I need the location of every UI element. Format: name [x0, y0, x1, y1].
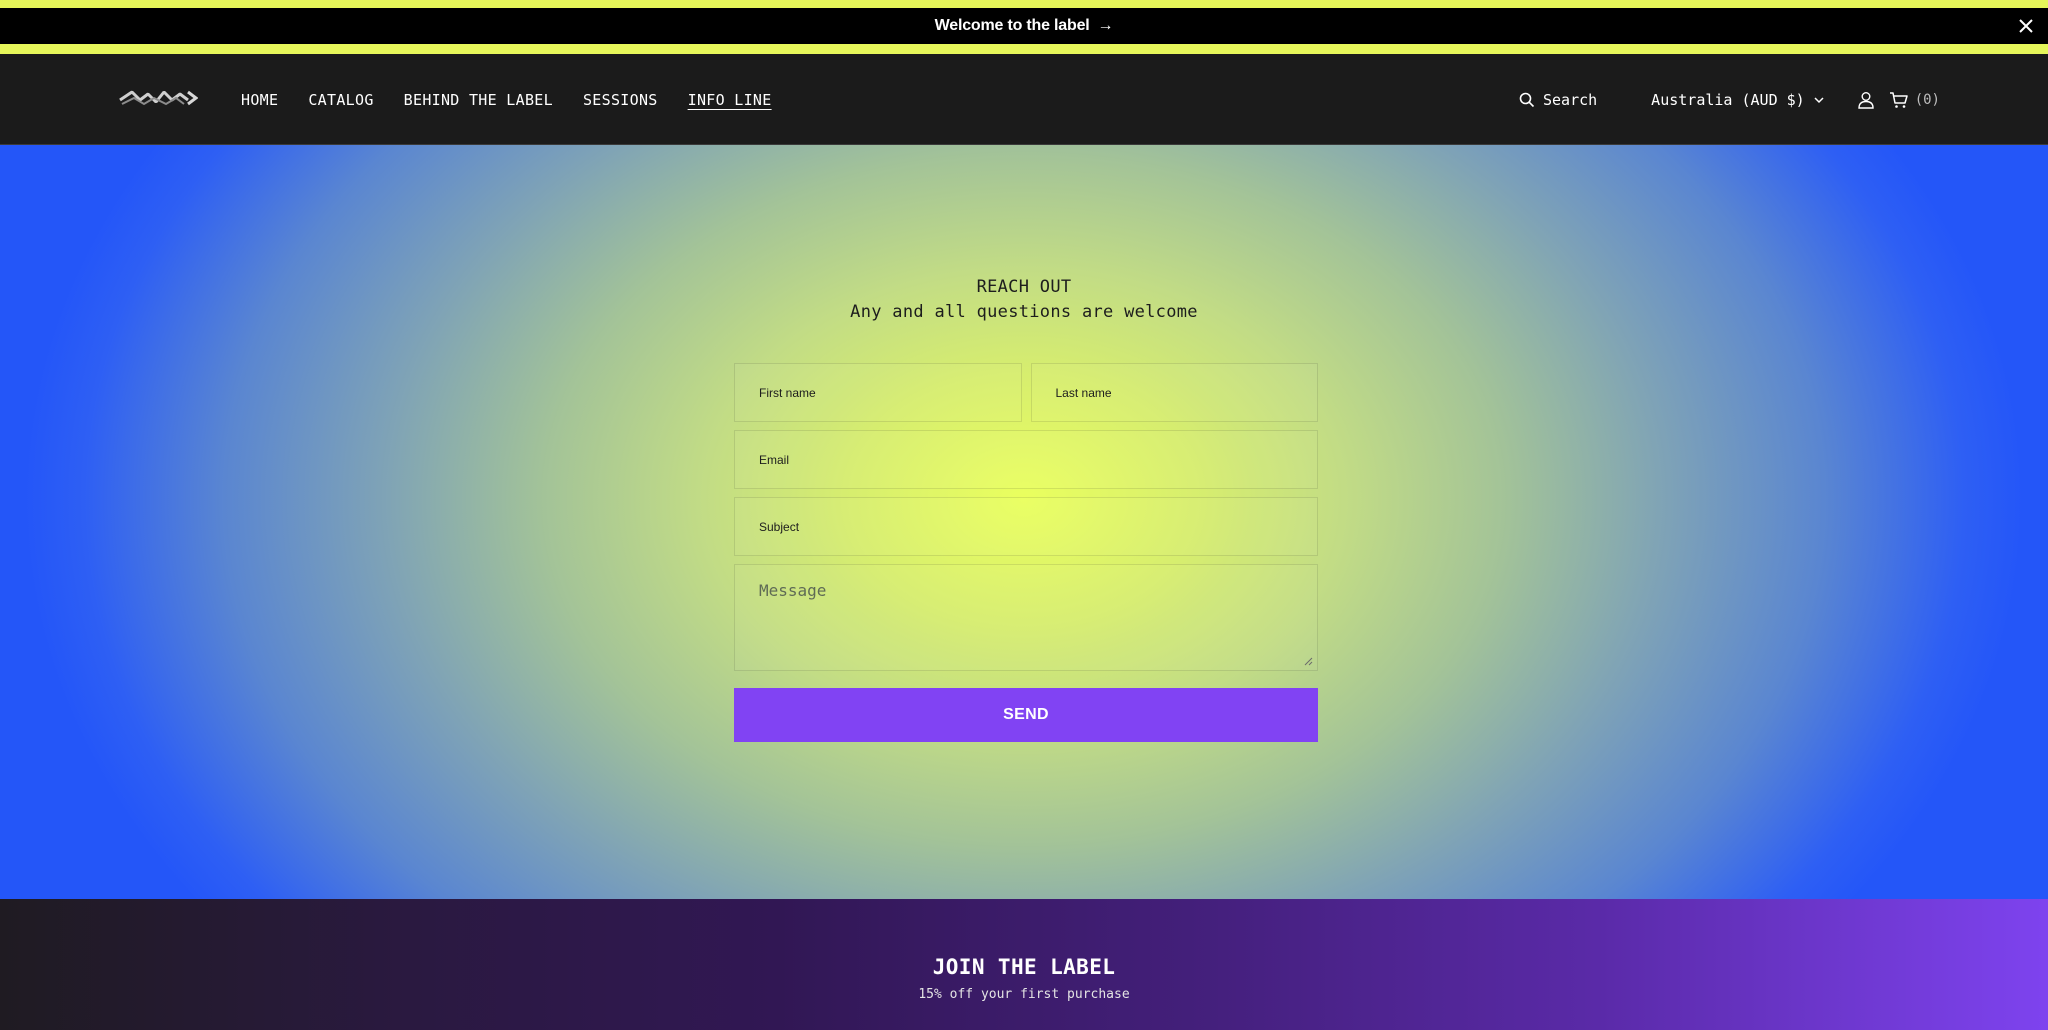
- close-icon[interactable]: [2016, 16, 2036, 36]
- newsletter-section: JOIN THE LABEL 15% off your first purcha…: [0, 899, 2048, 1030]
- email-label: Email: [759, 452, 790, 467]
- cart-count: (0): [1914, 91, 1940, 108]
- site-header: HOME CATALOG BEHIND THE LABEL SESSIONS I…: [0, 54, 2048, 145]
- header-actions: Search Australia (AUD $) (0): [1519, 54, 1940, 145]
- newsletter-subtitle: 15% off your first purchase: [918, 987, 1130, 1002]
- cart-button[interactable]: (0): [1889, 91, 1940, 109]
- first-name-label: First name: [759, 385, 816, 400]
- announcement-bar: Welcome to the label →: [0, 0, 2048, 54]
- search-label: Search: [1542, 90, 1598, 109]
- email-field[interactable]: Email: [734, 430, 1318, 489]
- nav-sessions[interactable]: SESSIONS: [583, 91, 658, 109]
- message-field[interactable]: Message: [734, 564, 1318, 671]
- account-icon[interactable]: [1857, 91, 1875, 109]
- contact-subtitle: Any and all questions are welcome: [850, 302, 1198, 322]
- nav-info-line[interactable]: INFO LINE: [688, 91, 772, 109]
- last-name-label: Last name: [1055, 385, 1112, 400]
- last-name-field[interactable]: Last name: [1030, 363, 1318, 422]
- subject-label: Subject: [759, 519, 800, 534]
- country-selector[interactable]: Australia (AUD $): [1651, 91, 1825, 109]
- country-label: Australia (AUD $): [1651, 90, 1805, 109]
- search-icon: [1519, 92, 1535, 107]
- contact-section: REACH OUT Any and all questions are welc…: [0, 145, 2048, 899]
- first-name-field[interactable]: First name: [734, 363, 1022, 422]
- nav-behind-the-label[interactable]: BEHIND THE LABEL: [404, 91, 553, 109]
- resize-grip-icon[interactable]: [1303, 656, 1313, 666]
- contact-form: First name Last name Email Subject Messa…: [734, 363, 1318, 742]
- search-button[interactable]: Search: [1519, 91, 1597, 109]
- brand-logo[interactable]: [118, 86, 198, 110]
- name-row: First name Last name: [734, 363, 1318, 422]
- contact-heading: REACH OUT Any and all questions are welc…: [0, 275, 2048, 325]
- arrow-right-icon: →: [1097, 17, 1114, 34]
- nav-home[interactable]: HOME: [241, 91, 278, 109]
- announcement-inner: Welcome to the label →: [0, 8, 2048, 44]
- nav-catalog[interactable]: CATALOG: [308, 91, 373, 109]
- send-button[interactable]: SEND: [734, 688, 1318, 742]
- chevron-down-icon: [1814, 96, 1824, 103]
- contact-title: REACH OUT: [976, 277, 1072, 297]
- newsletter-title: JOIN THE LABEL: [932, 955, 1116, 979]
- subject-field[interactable]: Subject: [734, 497, 1318, 556]
- message-placeholder: Message: [759, 581, 827, 600]
- main-nav: HOME CATALOG BEHIND THE LABEL SESSIONS I…: [241, 54, 772, 145]
- announcement-text: Welcome to the label: [934, 17, 1090, 34]
- cart-icon: [1889, 91, 1908, 108]
- announcement-link[interactable]: Welcome to the label →: [935, 17, 1114, 35]
